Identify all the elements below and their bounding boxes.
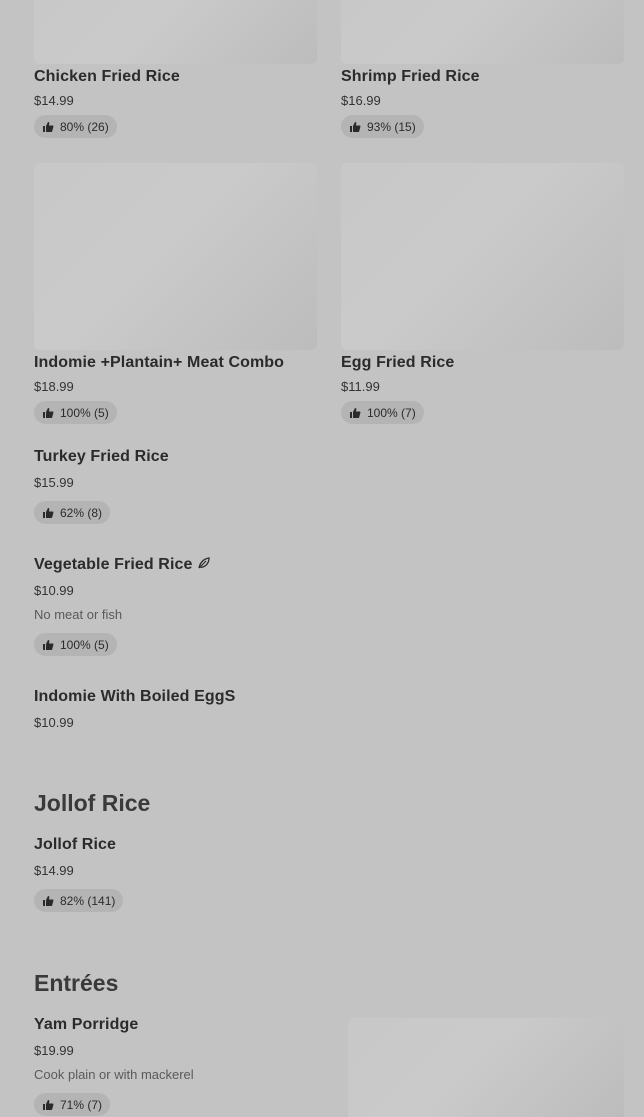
rating-badge: 100% (5)	[34, 401, 117, 424]
thumbs-up-icon	[43, 1099, 54, 1110]
item-price: $14.99	[34, 93, 74, 108]
rating-text: 100% (7)	[367, 405, 416, 420]
rating-text: 71% (7)	[60, 1097, 103, 1112]
section-title: Jollof Rice	[34, 790, 151, 816]
rating-badge: 82% (141)	[34, 889, 124, 912]
item-price: $10.99	[34, 583, 74, 598]
rating-badge: 100% (7)	[341, 401, 424, 424]
thumbs-up-icon	[43, 121, 54, 132]
item-image[interactable]	[348, 1018, 624, 1117]
item-name[interactable]: Indomie +Plantain+ Meat Combo	[34, 354, 284, 372]
item-name[interactable]: Vegetable Fried Rice	[34, 556, 193, 573]
item-name[interactable]: Turkey Fried Rice	[34, 448, 169, 466]
item-image[interactable]	[34, 163, 317, 350]
leaf-icon	[197, 557, 210, 569]
rating-badge: 80% (26)	[34, 115, 117, 138]
rating-text: 100% (5)	[60, 637, 109, 652]
thumbs-up-icon	[43, 639, 54, 650]
item-price: $18.99	[34, 379, 74, 394]
item-price: $14.99	[34, 863, 74, 878]
rating-badge: 100% (5)	[34, 633, 117, 656]
item-name[interactable]: Indomie With Boiled EggS	[34, 688, 235, 706]
item-price: $19.99	[34, 1043, 74, 1058]
section-title: Entrées	[34, 970, 119, 996]
thumbs-up-icon	[43, 407, 54, 418]
item-price: $15.99	[34, 475, 74, 490]
thumbs-up-icon	[350, 407, 361, 418]
item-price: $11.99	[341, 379, 380, 394]
item-name[interactable]: Jollof Rice	[34, 836, 116, 854]
rating-text: 82% (141)	[60, 893, 116, 908]
rating-text: 62% (8)	[60, 505, 103, 520]
item-price: $16.99	[341, 93, 381, 108]
item-image[interactable]	[34, 0, 317, 64]
rating-text: 93% (15)	[367, 119, 416, 134]
rating-badge: 62% (8)	[34, 501, 111, 524]
item-name[interactable]: Shrimp Fried Rice	[341, 68, 480, 86]
item-price: $10.99	[34, 715, 74, 730]
item-name[interactable]: Yam Porridge	[34, 1016, 138, 1034]
item-name[interactable]: Chicken Fried Rice	[34, 68, 180, 86]
item-name[interactable]: Egg Fried Rice	[341, 354, 454, 372]
item-image[interactable]	[341, 0, 624, 64]
item-image[interactable]	[341, 163, 624, 350]
thumbs-up-icon	[43, 895, 54, 906]
thumbs-up-icon	[43, 507, 54, 518]
thumbs-up-icon	[350, 121, 361, 132]
rating-text: 100% (5)	[60, 405, 109, 420]
rating-badge: 93% (15)	[341, 115, 424, 138]
item-description: Cook plain or with mackerel	[34, 1067, 194, 1082]
rating-badge: 71% (7)	[34, 1093, 111, 1116]
rating-text: 80% (26)	[60, 119, 109, 134]
item-name-row[interactable]: Vegetable Fried Rice	[34, 556, 211, 574]
item-description: No meat or fish	[34, 607, 123, 622]
